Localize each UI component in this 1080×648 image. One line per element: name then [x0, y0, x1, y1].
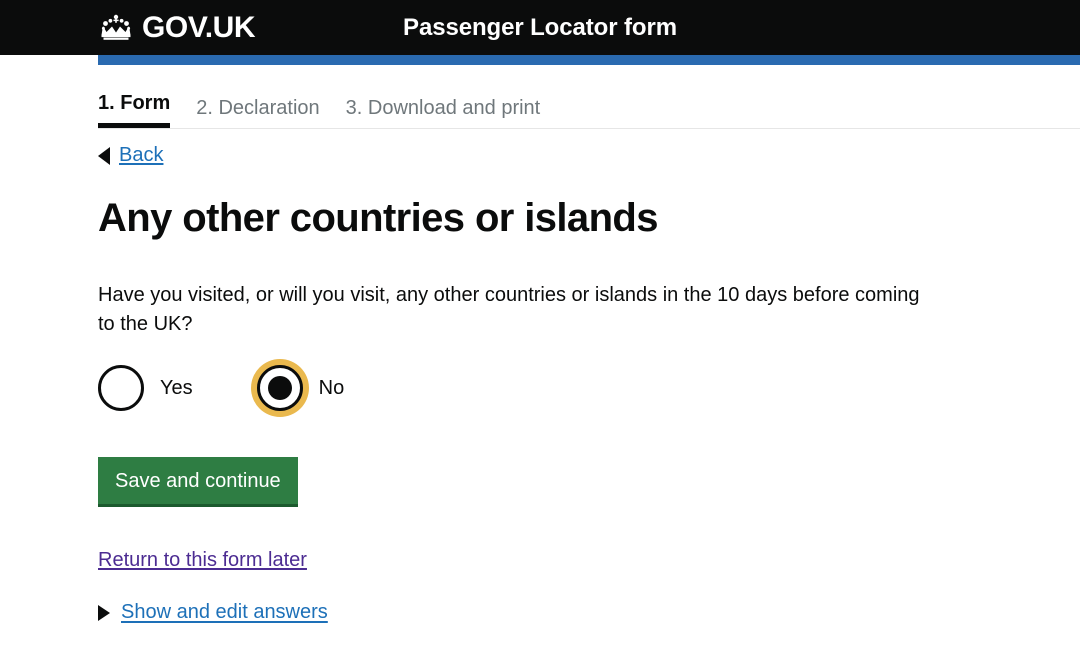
crown-icon [101, 14, 131, 40]
show-and-edit-answers-link[interactable]: Show and edit answers [121, 601, 328, 624]
tab-form[interactable]: 1. Form [98, 92, 171, 128]
show-and-edit-answers-row[interactable]: Show and edit answers [98, 601, 1080, 624]
page-content: 1. Form 2. Declaration 3. Download and p… [0, 65, 1080, 624]
radio-option-no[interactable]: No [256, 365, 345, 411]
gov-uk-brand-text: GOV.UK [142, 10, 256, 44]
radio-label-yes: Yes [160, 377, 193, 399]
radio-dot-no [267, 376, 292, 400]
gov-uk-logo[interactable]: GOV.UK [98, 10, 256, 44]
gov-uk-header: GOV.UK Passenger Locator form [0, 0, 1080, 55]
return-link-row: Return to this form later [98, 507, 1080, 572]
radio-option-yes[interactable]: Yes [98, 365, 193, 411]
question-text: Have you visited, or will you visit, any… [98, 284, 920, 335]
radio-circle-yes[interactable] [98, 365, 144, 411]
blue-stripe-row [0, 55, 1080, 65]
back-link[interactable]: Back [119, 144, 163, 167]
blue-stripe-gap [0, 55, 98, 65]
radio-circle-no[interactable] [256, 365, 303, 411]
radio-label-no: No [318, 377, 345, 399]
back-row[interactable]: Back [98, 144, 1080, 167]
progress-tabs: 1. Form 2. Declaration 3. Download and p… [98, 65, 1080, 128]
return-to-form-later-link[interactable]: Return to this form later [98, 549, 307, 572]
save-button-row: Save and continue [98, 411, 1080, 507]
page-title: Any other countries or islands [98, 196, 659, 240]
save-and-continue-button[interactable]: Save and continue [98, 457, 298, 507]
triangle-right-icon [98, 604, 110, 621]
tab-declaration[interactable]: 2. Declaration [196, 97, 319, 128]
tabs-divider [98, 128, 1080, 129]
blue-stripe [98, 55, 1080, 65]
radio-group: Yes No [98, 365, 1080, 411]
triangle-left-icon [98, 146, 110, 165]
tab-download-and-print[interactable]: 3. Download and print [346, 97, 541, 128]
